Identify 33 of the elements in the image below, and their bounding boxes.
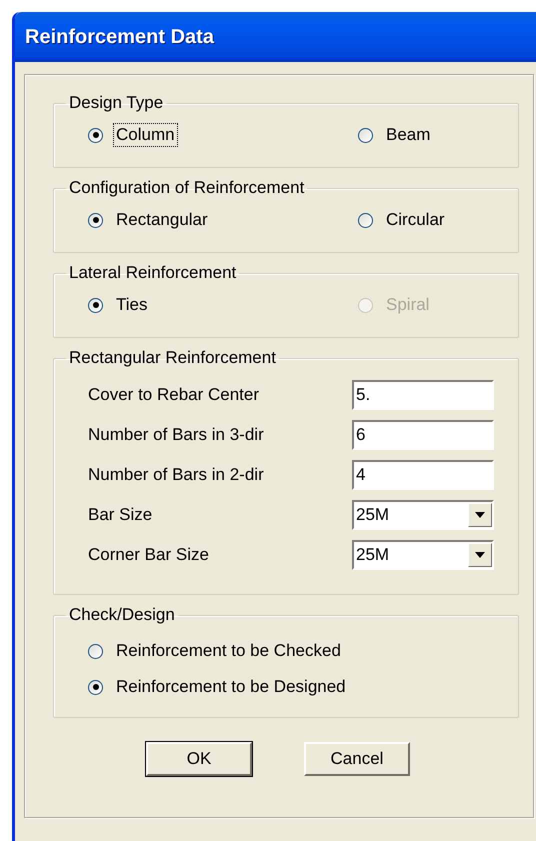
option-label: Spiral [385,294,430,316]
radio-button[interactable] [88,298,103,312]
field-label: Number of Bars in 3-dir [88,425,264,445]
radio-button[interactable] [358,128,373,142]
radio-button[interactable] [358,212,373,228]
radio-button[interactable] [88,680,103,694]
group-title: Lateral Reinforcement [68,263,238,283]
field-label: Cover to Rebar Center [88,385,260,405]
group-title: Configuration of Reinforcement [68,178,306,198]
field-label: Corner Bar Size [88,545,209,565]
option-label: Reinforcement to be Designed [115,676,347,698]
option-label: Rectangular [115,209,209,231]
radio-button[interactable] [88,128,103,142]
field-label: Bar Size [88,505,152,525]
option-label: Reinforcement to be Checked [115,640,342,662]
radio-button[interactable] [88,212,103,228]
field-label: Number of Bars in 2-dir [88,465,264,485]
option-label: Column [113,123,178,147]
option-label: Ties [115,294,148,316]
input-field[interactable]: 5. [352,380,494,410]
radio-button[interactable] [88,644,103,658]
group-title: Check/Design [68,605,176,625]
dropdown[interactable]: 25M [352,500,494,530]
input-field[interactable]: 4 [352,460,494,490]
input-field[interactable]: 6 [352,420,494,450]
dropdown[interactable]: 25M [352,540,494,570]
group-title: Rectangular Reinforcement [68,348,277,368]
group-title: Design Type [68,93,164,113]
dialog-button[interactable]: Cancel [304,742,410,776]
option-label: Circular [385,209,446,231]
option-label: Beam [385,124,432,146]
window-title: Reinforcement Data [25,26,214,48]
dialog-button[interactable]: OK [146,742,252,776]
